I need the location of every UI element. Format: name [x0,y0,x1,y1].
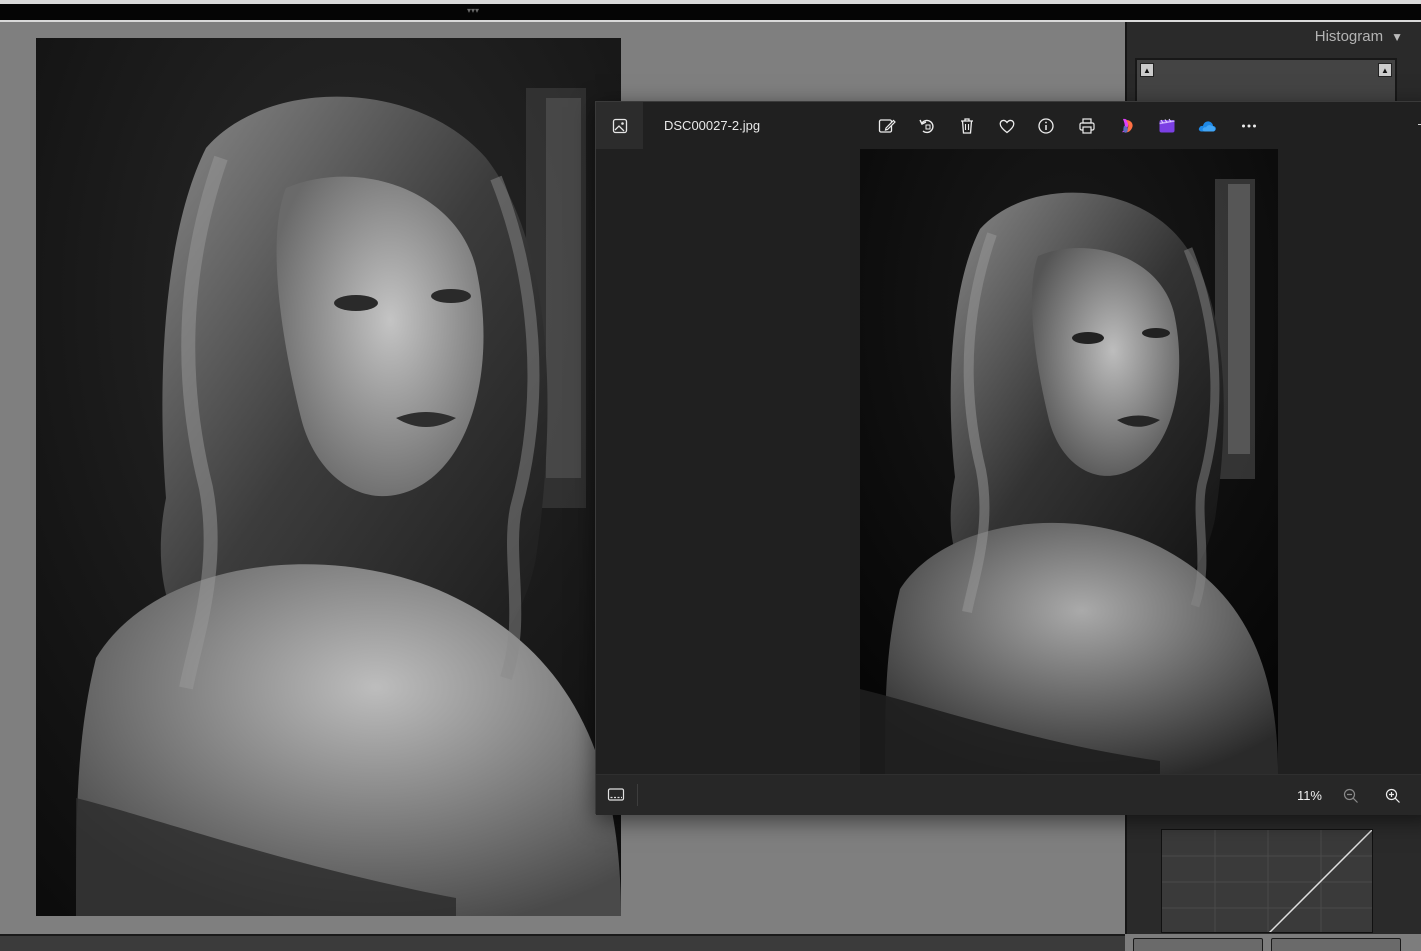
favorite-icon[interactable] [995,114,1019,138]
file-name: DSC00027-2.jpg [664,118,761,133]
onedrive-icon[interactable] [1195,114,1219,138]
gallery-icon[interactable] [596,102,643,149]
clipchamp-icon[interactable] [1155,114,1179,138]
copilot-icon[interactable] [1115,114,1139,138]
title-strip [0,4,1421,20]
shadow-clipping-icon[interactable]: ▲ [1140,63,1154,77]
edit-image-icon[interactable] [875,114,899,138]
print-icon[interactable] [1075,114,1099,138]
lightroom-top-bar: ▾▾▾ [0,0,1421,22]
panel-collapse-grip-icon[interactable]: ▾▾▾ [466,7,480,15]
viewer-photo[interactable] [860,149,1278,774]
desktop: ▾▾▾ Histogram ▼ ▲ ▲ DSC00027-2.jpg 11% [0,0,1421,951]
footer-divider [637,784,638,806]
filmstrip-edge [0,934,1125,951]
tone-curve[interactable] [1161,829,1373,933]
zoom-out-icon[interactable] [1339,784,1363,808]
viewer-footer: 11% [596,774,1421,815]
photos-viewer-window: DSC00027-2.jpg 11% [595,101,1421,815]
reset-button[interactable] [1271,938,1401,951]
zoom-level: 11% [1296,788,1322,803]
delete-icon[interactable] [955,114,979,138]
highlight-clipping-icon[interactable]: ▲ [1378,63,1392,77]
loupe-photo[interactable] [36,38,621,916]
filmstrip-toggle-icon[interactable] [604,783,628,807]
triangle-down-icon[interactable]: ▼ [1391,30,1403,44]
histogram-title: Histogram [1314,28,1384,45]
more-icon[interactable] [1237,114,1261,138]
panel-bottom-buttons [1133,938,1403,951]
zoom-in-icon[interactable] [1381,784,1405,808]
viewer-toolbar: DSC00027-2.jpg [596,102,1421,149]
previous-button[interactable] [1133,938,1263,951]
histogram-panel-header[interactable]: Histogram ▼ [1315,28,1403,45]
rotate-icon[interactable] [915,114,939,138]
info-icon[interactable] [1034,114,1058,138]
